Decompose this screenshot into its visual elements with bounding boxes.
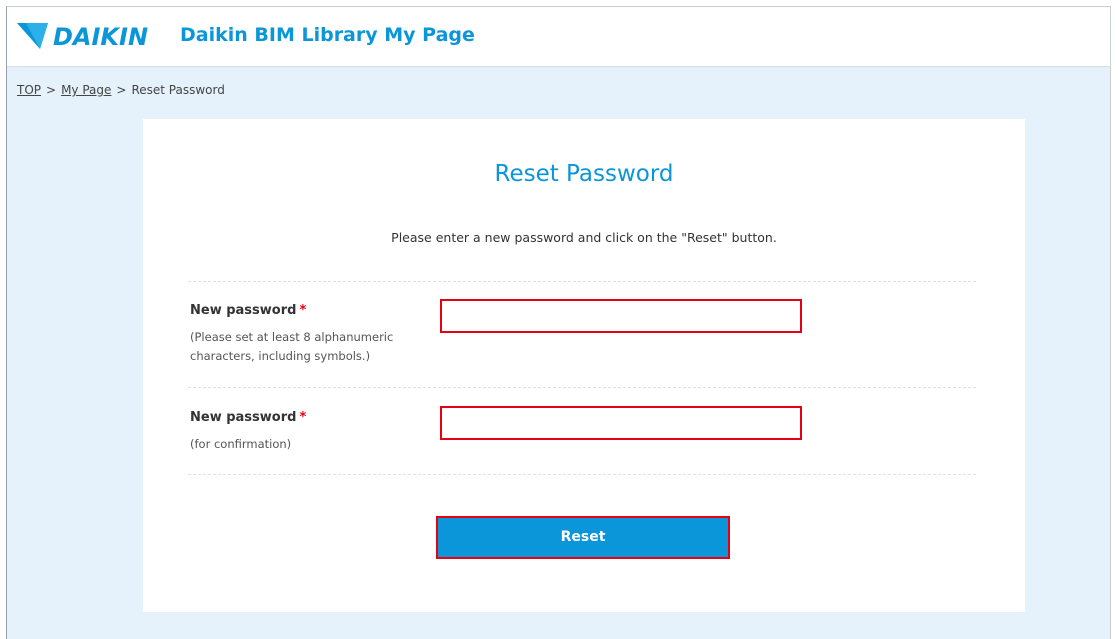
page-title: Reset Password <box>494 161 674 187</box>
site-header: DAIKIN Daikin BIM Library My Page <box>7 7 1110 67</box>
svg-text:DAIKIN: DAIKIN <box>53 23 148 49</box>
confirm-password-hint: (for confirmation) <box>190 437 292 451</box>
required-mark: * <box>299 303 307 318</box>
breadcrumb-link-my-page[interactable]: My Page <box>61 83 111 97</box>
daikin-logo-icon: DAIKIN <box>17 23 148 49</box>
confirm-password-label: New password * <box>190 410 306 425</box>
new-password-label: New password * <box>190 303 306 318</box>
reset-password-card: Reset Password Please enter a new passwo… <box>143 119 1025 612</box>
browser-viewport: DAIKIN Daikin BIM Library My Page TOP > My… <box>6 6 1111 639</box>
divider <box>188 387 976 388</box>
site-title: Daikin BIM Library My Page <box>180 24 475 46</box>
new-password-hint: (Please set at least 8 alphanumeric char… <box>190 330 394 363</box>
instruction-text: Please enter a new password and click on… <box>391 230 777 245</box>
new-password-label-text: New password <box>190 303 297 318</box>
breadcrumb-separator: > <box>116 83 127 97</box>
divider <box>188 474 976 475</box>
breadcrumb-current: Reset Password <box>131 83 225 97</box>
new-password-input[interactable] <box>440 299 802 333</box>
breadcrumb: TOP > My Page > Reset Password <box>17 83 225 97</box>
reset-button[interactable]: Reset <box>436 516 730 559</box>
divider <box>188 281 976 282</box>
required-mark: * <box>299 410 307 425</box>
breadcrumb-link-top[interactable]: TOP <box>17 83 41 97</box>
confirm-password-label-text: New password <box>190 410 297 425</box>
daikin-logo[interactable]: DAIKIN <box>17 23 175 49</box>
breadcrumb-separator: > <box>46 83 57 97</box>
confirm-password-input[interactable] <box>440 406 802 440</box>
